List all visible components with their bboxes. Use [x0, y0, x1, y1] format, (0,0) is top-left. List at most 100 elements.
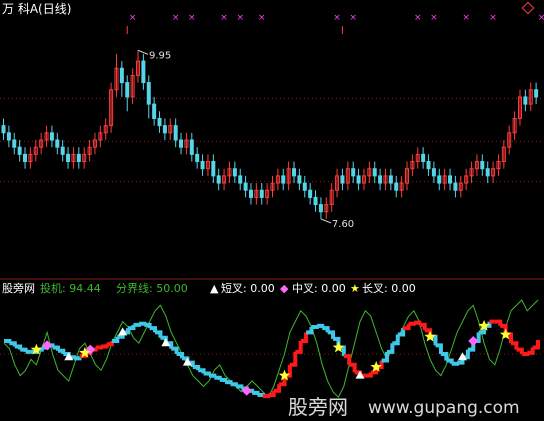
candle-body-52 [281, 175, 286, 184]
candle-body-2 [12, 139, 17, 148]
candle-body-54 [292, 168, 297, 177]
candle-body-9 [49, 132, 54, 141]
annotation-leader-0 [137, 49, 149, 55]
legend-boundary: 分界线: 50.00 [116, 281, 188, 295]
top-marker-8: × [414, 13, 422, 23]
candle-body-23 [125, 82, 130, 98]
main-segment-96 [521, 352, 530, 356]
candle-body-45 [243, 182, 248, 191]
legend-speculation: 投机: 94.44 [40, 281, 101, 295]
cross-signals [30, 319, 512, 396]
candle-body-14 [76, 153, 81, 163]
main-segment-42 [230, 382, 238, 387]
speculation-line [3, 299, 539, 399]
candle-body-79 [426, 161, 431, 170]
main-segment-59 [322, 326, 330, 333]
main-segment-57 [311, 325, 319, 329]
candle-body-30 [162, 125, 167, 134]
candle-body-28 [152, 103, 157, 119]
candle-body-78 [421, 153, 426, 163]
indicator-legend: 股旁网 投机: 94.44 分界线: 50.00 ▲ 短叉: 0.00 ◆ 中叉… [2, 281, 416, 295]
top-marker-2: × [188, 13, 196, 23]
candle-body-29 [157, 117, 162, 127]
main-segment-24 [133, 322, 141, 327]
top-marker-5: × [258, 13, 266, 23]
main-segment-72 [392, 334, 400, 346]
annotation-leader-1 [320, 218, 332, 224]
candles [1, 50, 539, 219]
main-segment-31 [171, 346, 179, 354]
top-marker-3: × [220, 13, 228, 23]
watermark: 股旁网 www.gupang.com [288, 395, 520, 419]
speculation-series [3, 299, 539, 399]
indicator-pane [0, 299, 544, 399]
candle-body-26 [141, 60, 146, 84]
top-marker-1: × [172, 13, 180, 23]
candle-body-80 [431, 168, 436, 177]
candle-body-33 [179, 139, 184, 148]
candle-body-70 [378, 175, 383, 184]
price-annotations: 9.95 7.60 [137, 49, 354, 230]
top-markers: × × × × × × × × × × × × × [129, 13, 544, 23]
candle-body-48 [259, 189, 264, 198]
main-segment-40 [219, 377, 228, 383]
main-segment-55 [300, 332, 309, 344]
main-series [4, 319, 540, 399]
main-segment-56 [306, 327, 314, 335]
diamond-icon[interactable] [521, 1, 535, 15]
price-pane: × × × × × × × × × × × × × 9.95 7.60 [0, 13, 544, 230]
top-marker-6: × [333, 13, 341, 23]
candle-body-97 [523, 96, 528, 105]
legend-mid-marker: ◆ [280, 282, 289, 295]
candle-body-99 [534, 89, 539, 98]
main-segment-32 [176, 352, 184, 359]
main-segment-94 [511, 341, 519, 350]
main-segment-97 [527, 347, 535, 355]
legend-short: 短叉: 0.00 [221, 281, 275, 295]
candle-body-44 [238, 175, 243, 184]
candle-body-65 [351, 168, 356, 177]
main-segment-43 [235, 384, 244, 389]
candle-body-58 [313, 196, 318, 206]
main-segment-0 [4, 339, 12, 344]
stock-chart-window: 万 科A(日线) × × × × × × × × × × × × × 9.95 7.60 股旁网 投机: … [0, 0, 544, 421]
watermark-url: www.gupang.com [368, 398, 520, 418]
main-segment-27 [149, 326, 158, 333]
candle-body-73 [394, 182, 399, 191]
candle-body-39 [211, 161, 216, 177]
candle-body-57 [308, 189, 313, 198]
main-segment-2 [14, 344, 23, 350]
candle-body-12 [66, 153, 71, 163]
main-segment-64 [349, 362, 357, 373]
chart-title: 万 科A(日线) [2, 2, 71, 16]
main-segment-25 [138, 321, 147, 326]
legend-long: 长叉: 0.00 [362, 282, 416, 295]
main-segment-3 [20, 347, 28, 352]
candle-body-32 [173, 125, 178, 141]
candle-body-69 [372, 168, 377, 177]
main-segment-1 [9, 341, 17, 347]
candle-body-3 [17, 146, 22, 155]
candle-body-10 [55, 139, 60, 148]
candle-body-4 [23, 153, 28, 163]
candle-body-55 [297, 175, 302, 184]
main-segment-81 [440, 352, 449, 361]
main-segment-9 [52, 345, 60, 351]
main-segment-77 [419, 322, 427, 331]
candle-body-83 [448, 175, 453, 184]
candle-body-36 [195, 153, 200, 163]
candle-body-59 [318, 204, 323, 213]
candle-body-89 [480, 161, 485, 170]
main-segment-38 [208, 373, 217, 378]
candle-body-1 [6, 132, 11, 141]
main-segment-71 [386, 343, 395, 354]
indicator-name: 股旁网 [2, 281, 35, 295]
candle-body-81 [437, 175, 442, 184]
candle-body-63 [340, 175, 345, 184]
main-segment-36 [198, 368, 206, 374]
top-marker-4: × [236, 13, 244, 23]
legend-long-marker: ★ [350, 282, 360, 295]
main-segment-54 [295, 341, 303, 354]
candle-body-56 [302, 182, 307, 191]
main-segment-83 [451, 361, 460, 366]
